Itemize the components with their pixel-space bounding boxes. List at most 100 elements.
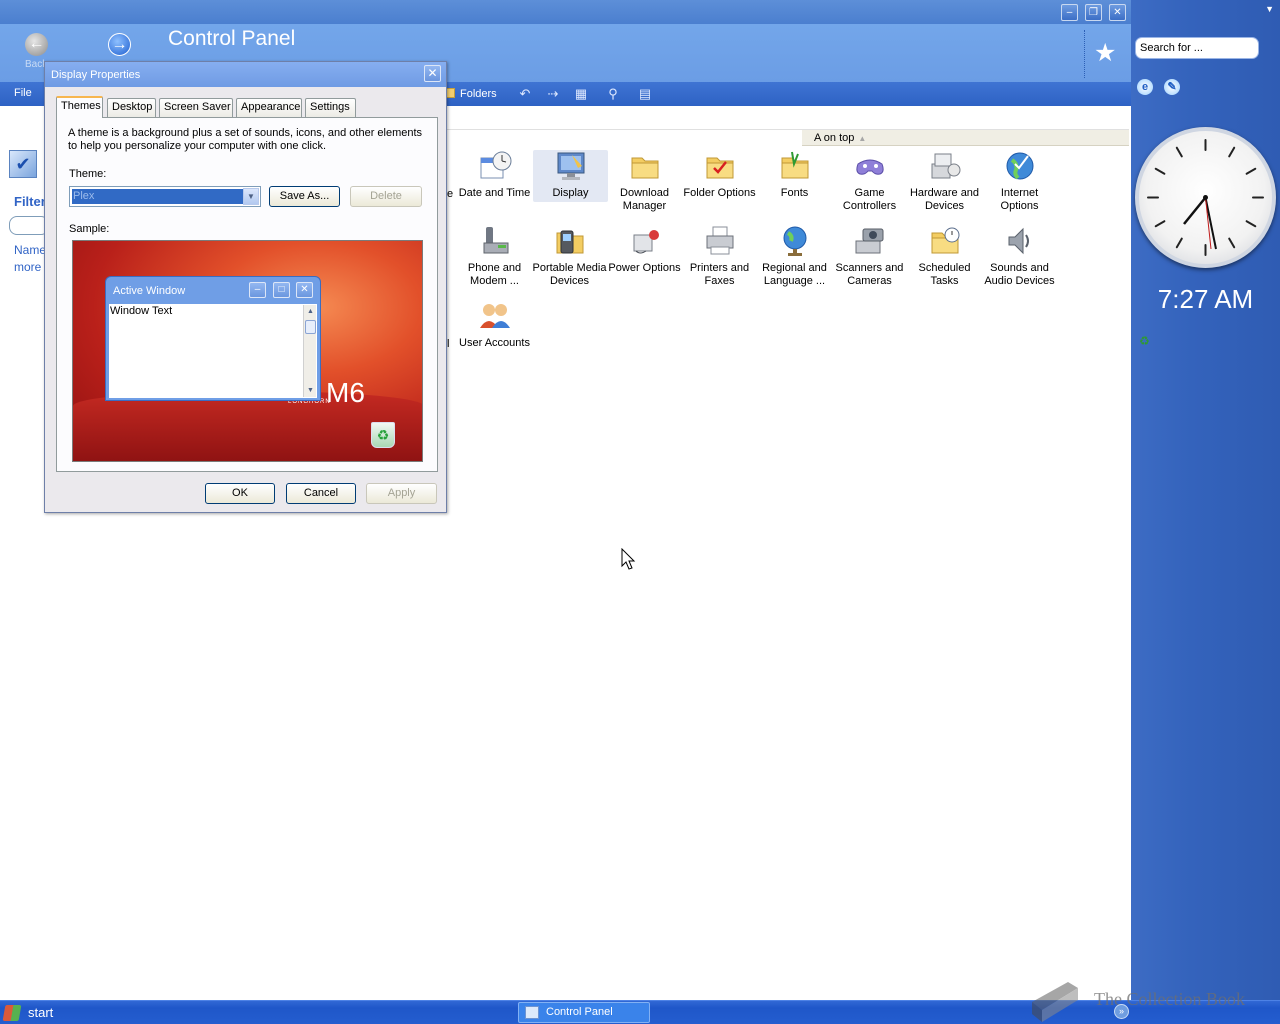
cp-item-label: Download Manager: [620, 187, 669, 212]
sample-wallpaper-text: M6: [326, 377, 365, 408]
scroll-down-icon: ▼: [307, 387, 314, 394]
sample-window-text: Window Text: [110, 305, 173, 317]
apply-button[interactable]: Apply: [366, 483, 437, 504]
cp-item-fonts[interactable]: Fonts: [757, 150, 832, 200]
display-properties-dialog: Display Properties ✕ Themes Desktop Scre…: [44, 61, 447, 513]
dialog-title: Display Properties: [51, 69, 141, 81]
move-to-icon[interactable]: ⇢: [544, 86, 562, 102]
cp-item-label: Hardware and Devices: [909, 187, 980, 212]
cp-item-label: Regional and Language ...: [762, 262, 827, 287]
sidebar-search-input[interactable]: Search for ...: [1135, 37, 1259, 59]
tray-chevron-icon[interactable]: »: [1114, 1004, 1129, 1019]
cp-item-label: Folder Options: [683, 187, 756, 199]
cp-item-scheduled-tasks[interactable]: Scheduled Tasks: [907, 225, 982, 288]
forward-button[interactable]: →: [108, 33, 131, 56]
cp-item-label: Sounds and Audio Devices: [984, 262, 1055, 287]
sample-window-body: Window Text ▲ ▼: [109, 304, 317, 398]
minimize-icon: –: [249, 282, 266, 298]
delete-button[interactable]: Delete: [350, 186, 422, 207]
cp-item-phone-and-modem[interactable]: Phone and Modem ...: [457, 225, 532, 288]
close-button[interactable]: ✕: [1109, 4, 1126, 21]
ok-button[interactable]: OK: [205, 483, 275, 504]
cp-item-date-and-time[interactable]: Date and Time: [457, 150, 532, 200]
folders-label: Folders: [460, 88, 497, 100]
menu-file[interactable]: File: [14, 87, 32, 99]
restore-button[interactable]: ❐: [1085, 4, 1102, 21]
cancel-button[interactable]: Cancel: [286, 483, 356, 504]
browser-icon[interactable]: e: [1137, 79, 1153, 95]
cp-item-download-manager[interactable]: Download Manager: [607, 150, 682, 213]
filter-more-link[interactable]: more: [14, 260, 41, 274]
search-icon[interactable]: ⚲: [604, 86, 622, 102]
notes-icon[interactable]: ✎: [1164, 79, 1180, 95]
details-pane-icon[interactable]: ▤: [636, 86, 654, 102]
scroll-up-icon: ▲: [307, 308, 314, 315]
cp-item-label: Scheduled Tasks: [918, 262, 971, 287]
chevron-down-icon[interactable]: ▼: [243, 188, 259, 205]
dialog-titlebar[interactable]: Display Properties ✕: [45, 62, 446, 87]
start-button[interactable]: start: [0, 1001, 100, 1024]
tab-themes[interactable]: Themes: [56, 96, 103, 118]
power-icon: [628, 225, 662, 257]
cp-item-game-controllers[interactable]: Game Controllers: [832, 150, 907, 213]
cp-item-label: Scanners and Cameras: [835, 262, 904, 287]
printer-icon: [703, 225, 737, 257]
partial-item-label: l: [447, 338, 450, 350]
desktop-sidebar: ▼ Search for ... e ✎ 7:27 AM ♻: [1131, 0, 1280, 1000]
themes-panel: A theme is a background plus a set of so…: [56, 117, 438, 472]
theme-label: Theme:: [69, 168, 107, 180]
users-icon: [478, 300, 512, 332]
partial-item-label: e: [447, 188, 454, 200]
filter-input[interactable]: [9, 216, 49, 235]
tab-screen-saver[interactable]: Screen Saver: [159, 98, 233, 117]
recycle-bin-icon: ♻: [371, 422, 395, 448]
recycle-icon[interactable]: ♻: [1139, 334, 1153, 348]
theme-dropdown-value: Plex: [72, 189, 243, 204]
sample-window-title: Active Window: [113, 285, 186, 297]
speaker-icon: [1003, 225, 1037, 257]
cp-item-hardware-and-devices[interactable]: Hardware and Devices: [907, 150, 982, 213]
left-pane: ✔ Filter Name more: [0, 106, 49, 406]
sort-asc-icon: ▲: [858, 134, 867, 143]
back-button[interactable]: ←: [25, 33, 48, 56]
save-as-button[interactable]: Save As...: [269, 186, 340, 207]
scanner-icon: [853, 225, 887, 257]
cp-item-portable-media-devices[interactable]: Portable Media Devices: [532, 225, 607, 288]
taskbar-item-control-panel[interactable]: Control Panel: [518, 1002, 650, 1023]
cp-item-power-options[interactable]: Power Options: [607, 225, 682, 275]
cp-item-label: User Accounts: [459, 337, 530, 349]
cp-item-sounds-and-audio[interactable]: Sounds and Audio Devices: [982, 225, 1057, 288]
theme-sample-preview: LONGHORN M6 ♻ Active Window – □ ✕ Window…: [72, 240, 423, 462]
globe-stand-icon: [778, 225, 812, 257]
tab-appearance[interactable]: Appearance: [236, 98, 302, 117]
filter-name-link[interactable]: Name: [14, 243, 46, 257]
cp-item-user-accounts[interactable]: User Accounts: [457, 300, 532, 350]
undo-icon[interactable]: ↶: [516, 86, 534, 102]
cp-item-display[interactable]: Display: [533, 150, 608, 202]
calendar-clock-icon: [478, 150, 512, 182]
minimize-button[interactable]: –: [1061, 4, 1078, 21]
tab-settings[interactable]: Settings: [305, 98, 356, 117]
views-icon[interactable]: ▦: [572, 86, 590, 102]
dialog-close-button[interactable]: ✕: [424, 65, 441, 82]
cp-item-internet-options[interactable]: Internet Options: [982, 150, 1057, 213]
cp-item-printers-and-faxes[interactable]: Printers and Faxes: [682, 225, 757, 288]
theme-description: A theme is a background plus a set of so…: [68, 127, 423, 152]
tab-desktop[interactable]: Desktop: [107, 98, 156, 117]
gamepad-icon: [853, 150, 887, 182]
cp-item-label: Game Controllers: [842, 187, 897, 212]
folders-button[interactable]: Folders: [444, 85, 497, 103]
cp-item-label: Power Options: [608, 262, 681, 274]
control-panel-icon: ✔: [9, 150, 37, 178]
cp-item-folder-options[interactable]: Folder Options: [682, 150, 757, 200]
theme-dropdown[interactable]: Plex ▼: [69, 186, 261, 207]
cp-item-label: Phone and Modem ...: [467, 262, 522, 287]
clock-dial-icon: [1147, 139, 1264, 256]
mouse-cursor-icon: [621, 548, 636, 570]
favorites-star-icon[interactable]: ★: [1094, 38, 1116, 68]
cp-item-regional-and-language[interactable]: Regional and Language ...: [757, 225, 832, 288]
cp-item-scanners-and-cameras[interactable]: Scanners and Cameras: [832, 225, 907, 288]
chevron-down-icon[interactable]: ▼: [1265, 4, 1274, 14]
cp-item-label: Printers and Faxes: [689, 262, 750, 287]
sort-header[interactable]: A on top ▲: [802, 130, 1129, 146]
